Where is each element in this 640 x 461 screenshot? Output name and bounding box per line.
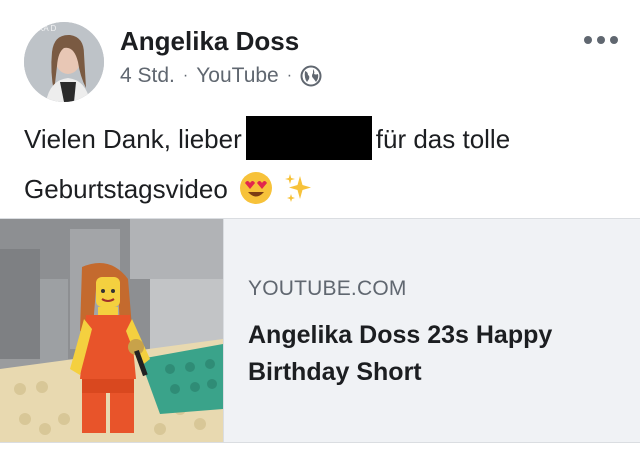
- dot: [584, 36, 592, 44]
- facebook-post: ELIKA D Angelika Doss 4 Std. · YouTube ·…: [0, 0, 640, 461]
- timestamp[interactable]: 4 Std.: [120, 64, 175, 88]
- sparkles-emoji: [284, 172, 312, 204]
- author-name[interactable]: Angelika Doss: [120, 26, 299, 57]
- source-label: YouTube: [196, 64, 279, 87]
- dot: [597, 36, 605, 44]
- link-title[interactable]: Angelika Doss 23s Happy Birthday Short: [248, 317, 618, 391]
- link-domain: YOUTUBE.COM: [248, 277, 407, 300]
- post-message: Vielen Dank, lieber für das tolle Geburts…: [24, 116, 624, 212]
- redacted-name: [245, 116, 372, 161]
- link-preview-card[interactable]: YOUTUBE.COM Angelika Doss 23s Happy Birt…: [0, 218, 640, 443]
- more-dots-icon[interactable]: [584, 36, 618, 44]
- post-meta: 4 Std. · YouTube ·: [120, 64, 322, 88]
- heart-eyes-emoji: [239, 171, 273, 205]
- globe-icon[interactable]: [300, 65, 322, 87]
- lego-minifigure-singing-image: [0, 219, 224, 442]
- dot: [610, 36, 618, 44]
- avatar[interactable]: ELIKA D: [24, 22, 104, 102]
- link-preview-info: YOUTUBE.COM Angelika Doss 23s Happy Birt…: [248, 219, 618, 442]
- meta-separator: ·: [182, 67, 189, 84]
- message-part-2: für das tolle: [375, 124, 511, 154]
- meta-separator: ·: [286, 67, 293, 84]
- message-part-3: Geburtstagsvideo: [24, 174, 228, 205]
- avatar-photo: ELIKA D: [24, 22, 104, 102]
- message-part-1: Vielen Dank, lieber: [24, 124, 242, 154]
- svg-text:ELIKA D: ELIKA D: [26, 24, 56, 33]
